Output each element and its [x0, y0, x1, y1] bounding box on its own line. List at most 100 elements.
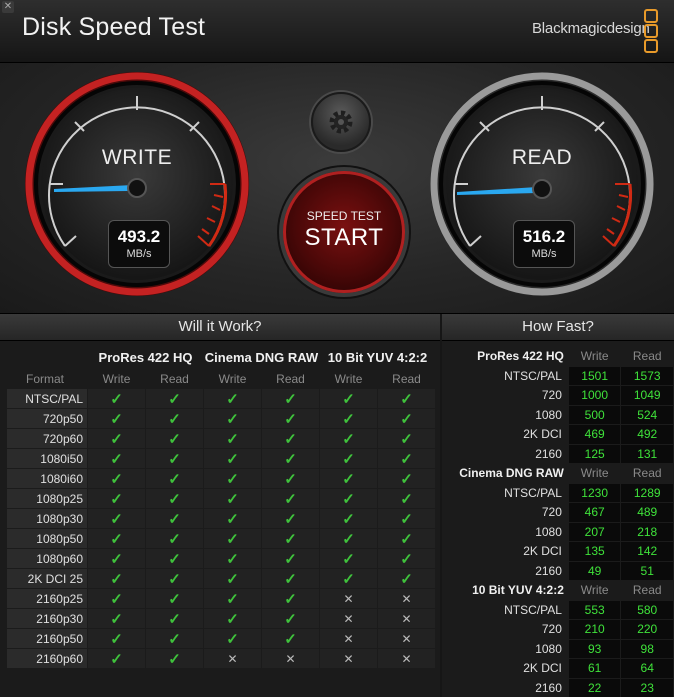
unsupported-cell: ✕ [262, 649, 319, 668]
supported-cell: ✓ [262, 549, 319, 568]
supported-cell: ✓ [378, 549, 435, 568]
checkmark-icon: ✓ [168, 450, 181, 468]
supported-cell: ✓ [204, 389, 261, 408]
supported-cell: ✓ [146, 529, 203, 548]
supported-cell: ✓ [146, 469, 203, 488]
supported-cell: ✓ [88, 389, 145, 408]
checkmark-icon: ✓ [226, 530, 239, 548]
cross-icon: ✕ [401, 591, 412, 606]
supported-cell: ✓ [88, 509, 145, 528]
write-fps-value: 125 [568, 444, 621, 463]
supported-cell: ✓ [146, 409, 203, 428]
read-header: Read [392, 371, 421, 386]
checkmark-icon: ✓ [226, 610, 239, 628]
supported-cell: ✓ [378, 449, 435, 468]
checkmark-icon: ✓ [226, 570, 239, 588]
supported-cell: ✓ [88, 409, 145, 428]
unsupported-cell: ✕ [378, 649, 435, 668]
table-row: 1080p50 ✓ ✓ ✓ ✓ ✓ ✓ [7, 529, 435, 548]
checkmark-icon: ✓ [400, 510, 413, 528]
table-row: 720p50 ✓ ✓ ✓ ✓ ✓ ✓ [7, 409, 435, 428]
start-button-label: START [304, 224, 384, 251]
checkmark-icon: ✓ [342, 410, 355, 428]
checkmark-icon: ✓ [110, 530, 123, 548]
format-column-header: Format [25, 371, 64, 386]
supported-cell: ✓ [262, 429, 319, 448]
start-button[interactable]: SPEED TEST START [283, 171, 405, 293]
write-header: Write [580, 466, 609, 481]
cross-icon: ✕ [401, 611, 412, 626]
write-fps-value: 93 [568, 639, 621, 658]
settings-button[interactable] [311, 92, 371, 152]
supported-cell: ✓ [204, 509, 261, 528]
format-label: 720 [541, 622, 562, 637]
format-label: 1080 [535, 641, 562, 656]
write-header: Write [102, 371, 131, 386]
supported-cell: ✓ [204, 629, 261, 648]
read-fps-value: 98 [621, 639, 673, 658]
write-fps-value: 1000 [568, 386, 621, 405]
format-label: NTSC/PAL [7, 389, 87, 408]
supported-cell: ✓ [378, 489, 435, 508]
will-it-work-table: ProRes 422 HQ Cinema DNG RAW 10 Bit YUV … [6, 346, 436, 669]
supported-cell: ✓ [262, 589, 319, 608]
format-label: NTSC/PAL [504, 368, 562, 383]
write-fps-value: 207 [568, 522, 621, 541]
format-label: 720p50 [7, 409, 87, 428]
checkmark-icon: ✓ [400, 570, 413, 588]
how-fast-title: How Fast? [442, 314, 674, 341]
unsupported-cell: ✕ [320, 629, 377, 648]
checkmark-icon: ✓ [168, 550, 181, 568]
cross-icon: ✕ [227, 651, 238, 666]
title-bar: ✕ Disk Speed Test Blackmagicdesign [0, 0, 674, 63]
format-label: 2K DCI [523, 661, 562, 676]
format-label: 2K DCI [523, 544, 562, 559]
table-row: 2160 49 51 [446, 561, 673, 580]
supported-cell: ✓ [320, 569, 377, 588]
supported-cell: ✓ [262, 449, 319, 468]
write-fps-value: 61 [568, 659, 621, 678]
checkmark-icon: ✓ [400, 390, 413, 408]
checkmark-icon: ✓ [110, 490, 123, 508]
checkmark-icon: ✓ [168, 570, 181, 588]
write-fps-value: 467 [568, 503, 621, 522]
write-speed-readout: 493.2 MB/s [108, 220, 170, 268]
read-fps-value: 51 [621, 561, 673, 580]
supported-cell: ✓ [320, 409, 377, 428]
read-fps-value: 580 [621, 600, 673, 619]
checkmark-icon: ✓ [110, 510, 123, 528]
supported-cell: ✓ [320, 449, 377, 468]
cross-icon: ✕ [343, 631, 354, 646]
format-label: NTSC/PAL [504, 602, 562, 617]
supported-cell: ✓ [204, 469, 261, 488]
format-label: 1080p25 [7, 489, 87, 508]
codec-name: Cinema DNG RAW [459, 466, 564, 481]
format-label: 1080 [535, 524, 562, 539]
write-fps-value: 1230 [568, 483, 621, 502]
format-label: 1080p30 [7, 509, 87, 528]
read-gauge-label: READ [511, 146, 573, 169]
checkmark-icon: ✓ [226, 550, 239, 568]
read-speed-value: 516.2 [522, 227, 566, 246]
table-row: NTSC/PAL ✓ ✓ ✓ ✓ ✓ ✓ [7, 389, 435, 408]
checkmark-icon: ✓ [342, 390, 355, 408]
read-fps-value: 64 [621, 659, 673, 678]
cross-icon: ✕ [285, 651, 296, 666]
write-header: Write [580, 349, 609, 364]
write-fps-value: 553 [568, 600, 621, 619]
checkmark-icon: ✓ [284, 610, 297, 628]
read-fps-value: 1573 [621, 366, 673, 385]
checkmark-icon: ✓ [110, 570, 123, 588]
checkmark-icon: ✓ [168, 390, 181, 408]
write-fps-value: 1501 [568, 366, 621, 385]
checkmark-icon: ✓ [400, 490, 413, 508]
format-label: 720 [541, 388, 562, 403]
checkmark-icon: ✓ [342, 530, 355, 548]
supported-cell: ✓ [320, 509, 377, 528]
write-speed-value: 493.2 [117, 227, 161, 246]
start-button-caption: SPEED TEST [306, 209, 382, 223]
format-label: 2160p25 [7, 589, 87, 608]
close-icon[interactable]: ✕ [2, 1, 14, 13]
checkmark-icon: ✓ [284, 410, 297, 428]
format-label: 2160p30 [7, 609, 87, 628]
